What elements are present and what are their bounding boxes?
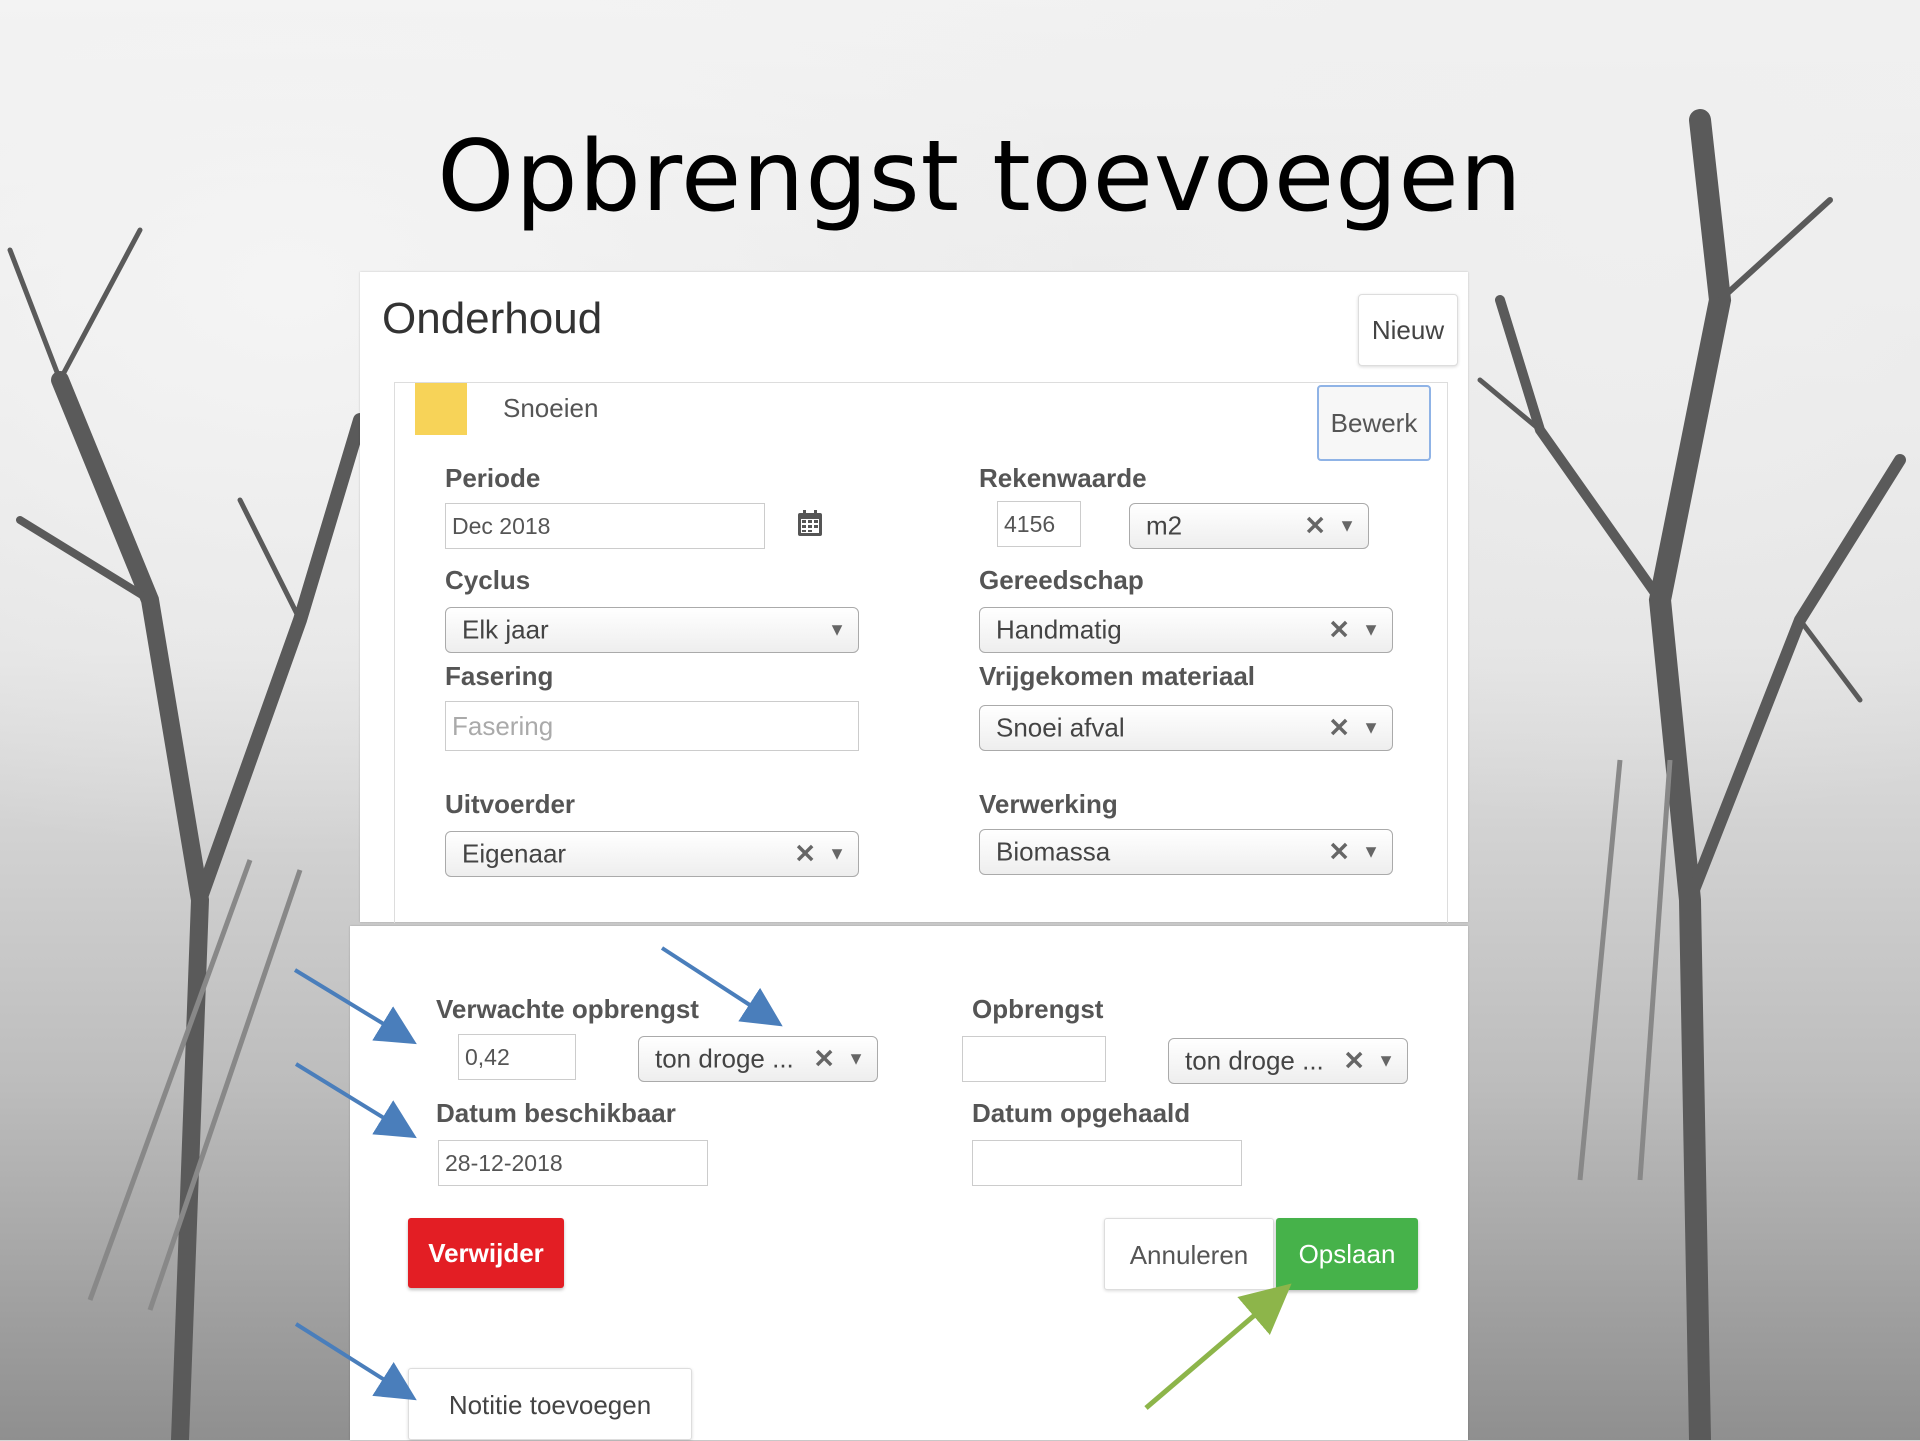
annotation-arrows [293, 946, 1292, 1410]
arrow-to-date-available [294, 1062, 417, 1139]
arrow-to-unit-select [660, 946, 783, 1027]
arrow-to-add-note [294, 1322, 417, 1401]
arrow-to-expected-yield [293, 968, 417, 1045]
arrow-to-save [1144, 1283, 1292, 1410]
